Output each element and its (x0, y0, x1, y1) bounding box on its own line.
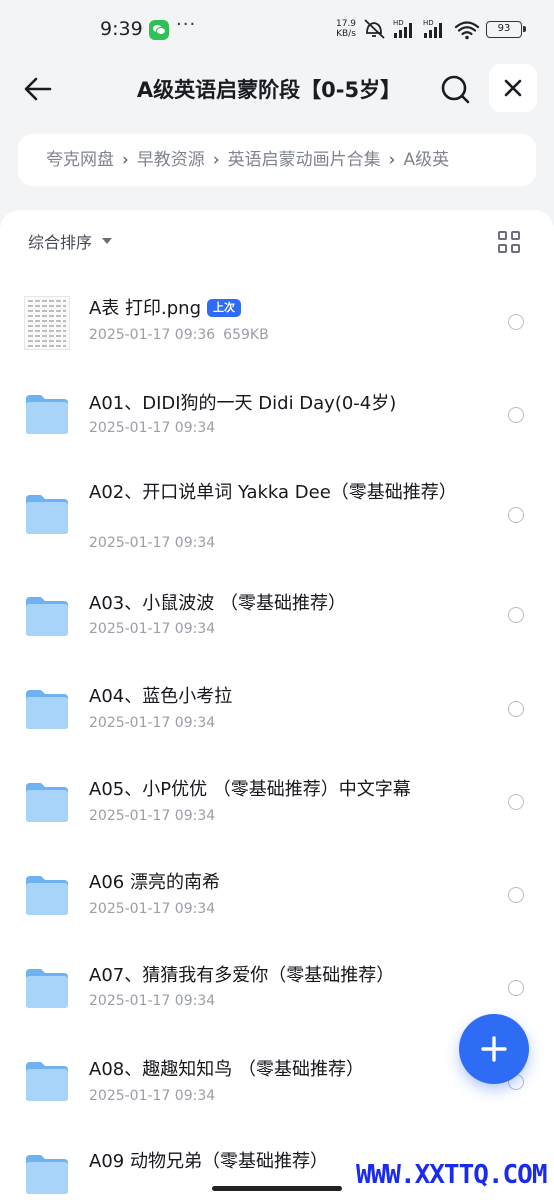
list-item[interactable]: A表 打印.png 上次 2025-01-17 09:36 659KB (0, 288, 554, 378)
wifi-dot (465, 35, 469, 40)
select-checkbox[interactable] (508, 507, 524, 523)
mute-alarm-icon (364, 19, 385, 39)
folder-icon (26, 495, 68, 534)
list-item[interactable]: A01、DIDI狗的一天 Didi Day(0-4岁) 2025-01-17 0… (0, 378, 554, 468)
breadcrumb-separator: › (122, 150, 129, 170)
select-checkbox[interactable] (508, 314, 524, 330)
search-button[interactable] (436, 70, 476, 110)
file-meta: 2025-01-17 09:36 659KB (89, 327, 269, 343)
file-name: A06 漂亮的南希 (89, 872, 220, 893)
grid-icon-cell (511, 244, 520, 253)
folder-icon (26, 597, 68, 636)
caret-down-icon (102, 238, 113, 244)
file-date: 2025-01-17 09:34 (89, 993, 216, 1009)
list-item[interactable]: A06 漂亮的南希 2025-01-17 09:34 (0, 859, 554, 949)
folder-icon (26, 1155, 68, 1194)
network-speed-value: 17.9 (335, 19, 357, 29)
file-date: 2025-01-17 09:34 (89, 901, 216, 917)
back-arrow-icon (24, 77, 52, 101)
grid-view-button[interactable] (498, 231, 522, 255)
file-name: A04、蓝色小考拉 (89, 686, 233, 707)
breadcrumb-item-current[interactable]: A级英 (403, 134, 449, 186)
close-icon (504, 79, 522, 97)
select-checkbox[interactable] (508, 794, 524, 810)
file-date: 2025-01-17 09:34 (89, 621, 216, 637)
back-button[interactable] (20, 70, 58, 108)
breadcrumb-item-english-cartoons[interactable]: 英语启蒙动画片合集 (228, 134, 381, 186)
file-name: A05、小P优优 （零基础推荐）中文字幕 (89, 779, 411, 800)
grid-icon-cell (511, 231, 520, 240)
network-speed: 17.9 KB/s (332, 19, 360, 39)
watermark: WWW.XXTTQ.COM (356, 1160, 547, 1190)
folder-icon (26, 690, 68, 729)
folder-icon (26, 969, 68, 1008)
folder-icon (26, 395, 68, 434)
select-checkbox[interactable] (508, 701, 524, 717)
file-date: 2025-01-17 09:34 (89, 535, 216, 551)
file-size: 659KB (223, 327, 269, 343)
battery-icon: 93 (486, 21, 526, 38)
last-opened-badge: 上次 (207, 299, 242, 317)
file-name: A03、小鼠波波 （零基础推荐） (89, 593, 346, 614)
breadcrumb-separator: › (212, 150, 220, 170)
hd-label-1: HD (393, 19, 404, 27)
folder-icon (26, 876, 68, 915)
breadcrumb-item-root[interactable]: 夸克网盘 (46, 134, 114, 186)
breadcrumb-separator: › (388, 150, 396, 170)
network-speed-unit: KB/s (336, 29, 356, 39)
list-item[interactable]: A02、开口说单词 Yakka Dee（零基础推荐） 2025-01-17 09… (0, 473, 554, 573)
select-checkbox[interactable] (508, 607, 524, 623)
select-checkbox[interactable] (508, 407, 524, 423)
list-item[interactable]: A05、小P优优 （零基础推荐）中文字幕 2025-01-17 09:34 (0, 766, 554, 856)
select-checkbox[interactable] (508, 980, 524, 996)
file-name: A08、趣趣知知鸟 （零基础推荐） (89, 1059, 364, 1080)
file-name-text: A表 打印.png (89, 298, 202, 319)
breadcrumb-item-early-education[interactable]: 早教资源 (137, 134, 205, 186)
breadcrumb: 夸克网盘 › 早教资源 › 英语启蒙动画片合集 › A级英 (18, 134, 536, 186)
close-button[interactable] (489, 64, 537, 112)
select-checkbox[interactable] (508, 887, 524, 903)
file-name: A02、开口说单词 Yakka Dee（零基础推荐） (89, 482, 457, 503)
file-name: A01、DIDI狗的一天 Didi Day(0-4岁) (89, 393, 397, 414)
file-name: A表 打印.png 上次 (89, 296, 459, 321)
wifi-icon (454, 21, 480, 36)
file-date: 2025-01-17 09:34 (89, 808, 216, 824)
list-item[interactable]: A03、小鼠波波 （零基础推荐） 2025-01-17 09:34 (0, 580, 554, 670)
status-bar: 9:39 ··· 17.9 KB/s HD HD 93 (0, 0, 554, 60)
sort-button[interactable]: 综合排序 (28, 228, 113, 254)
file-name: A07、猜猜我有多爱你（零基础推荐） (89, 965, 395, 986)
file-date: 2025-01-17 09:34 (89, 715, 216, 731)
sort-label: 综合排序 (28, 233, 93, 252)
more-notifications-icon: ··· (176, 14, 197, 35)
plus-icon (481, 1036, 507, 1062)
hd-label-2: HD (423, 19, 434, 27)
grid-icon (498, 231, 507, 240)
page-title: A级英语启蒙阶段【0-5岁】 (136, 78, 402, 102)
home-indicator[interactable] (212, 1186, 342, 1191)
file-date: 2025-01-17 09:34 (89, 420, 216, 436)
grid-icon-cell (498, 244, 507, 253)
list-item[interactable]: A04、蓝色小考拉 2025-01-17 09:34 (0, 673, 554, 763)
status-time: 9:39 (100, 18, 143, 40)
search-icon (441, 75, 470, 104)
wechat-notification-icon (149, 20, 169, 40)
file-date: 2025-01-17 09:36 (89, 327, 216, 343)
signal-wifi-icons: HD HD (364, 19, 480, 40)
folder-icon (26, 1062, 68, 1101)
file-date: 2025-01-17 09:34 (89, 1088, 216, 1104)
folder-icon (26, 783, 68, 822)
add-button[interactable] (459, 1014, 529, 1084)
image-thumbnail-icon (24, 296, 70, 350)
